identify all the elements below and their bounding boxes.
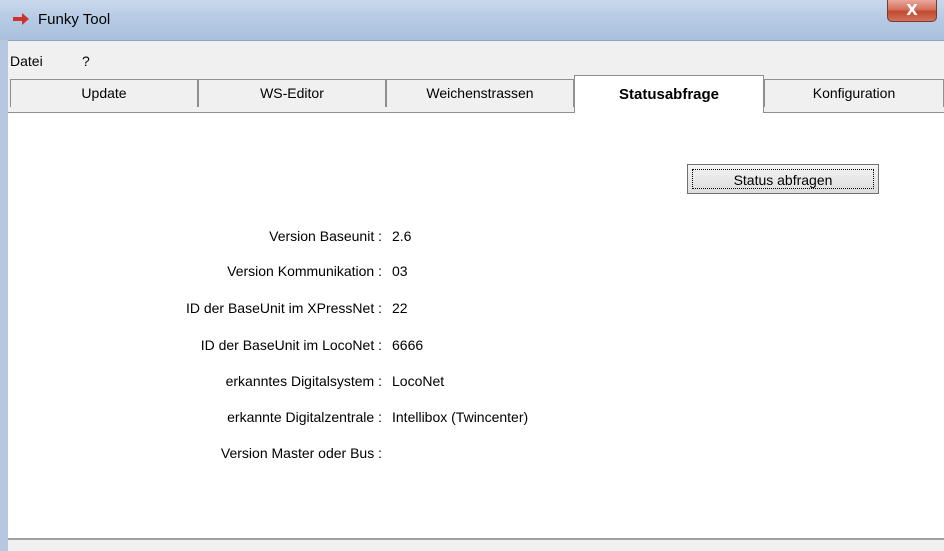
value-version-kommunikation: 03 xyxy=(392,263,408,279)
arrow-icon xyxy=(13,13,29,25)
label-version-baseunit: Version Baseunit : xyxy=(269,228,382,244)
close-icon: X xyxy=(906,1,918,19)
close-button[interactable]: X xyxy=(887,0,937,22)
tab-ws-editor[interactable]: WS-Editor xyxy=(198,79,386,107)
tab-update[interactable]: Update xyxy=(10,79,198,107)
status-button-label: Status abfragen xyxy=(692,169,874,189)
tab-weichenstrassen[interactable]: Weichenstrassen xyxy=(386,79,574,107)
label-version-kommunikation: Version Kommunikation : xyxy=(227,263,382,279)
label-digitalsystem: erkanntes Digitalsystem : xyxy=(225,373,382,389)
value-digitalsystem: LocoNet xyxy=(392,373,445,389)
window-bottom-edge xyxy=(8,538,944,551)
menu-help[interactable]: ? xyxy=(82,53,90,69)
value-digitalzentrale: Intellibox (Twincenter) xyxy=(392,409,529,425)
window-title: Funky Tool xyxy=(38,11,111,28)
status-abfragen-button[interactable]: Status abfragen xyxy=(687,164,879,194)
window-frame xyxy=(0,40,8,551)
menu-datei[interactable]: Datei xyxy=(10,53,43,69)
tab-statusabfrage[interactable]: Statusabfrage xyxy=(574,75,764,113)
label-digitalzentrale: erkannte Digitalzentrale : xyxy=(227,409,382,425)
value-id-xpressnet: 22 xyxy=(392,300,408,316)
label-version-master: Version Master oder Bus : xyxy=(220,445,382,461)
title-bar: Funky Tool X xyxy=(0,0,944,41)
value-version-baseunit: 2.6 xyxy=(392,228,412,244)
value-id-loconet: 6666 xyxy=(392,337,424,353)
label-id-xpressnet: ID der BaseUnit im XPressNet : xyxy=(185,300,382,316)
tab-konfiguration[interactable]: Konfiguration xyxy=(764,79,944,107)
menu-bar: Datei ? xyxy=(8,49,944,75)
tab-strip: Update WS-Editor Weichenstrassen Statusa… xyxy=(8,75,944,113)
label-id-loconet: ID der BaseUnit im LocoNet : xyxy=(200,337,382,353)
